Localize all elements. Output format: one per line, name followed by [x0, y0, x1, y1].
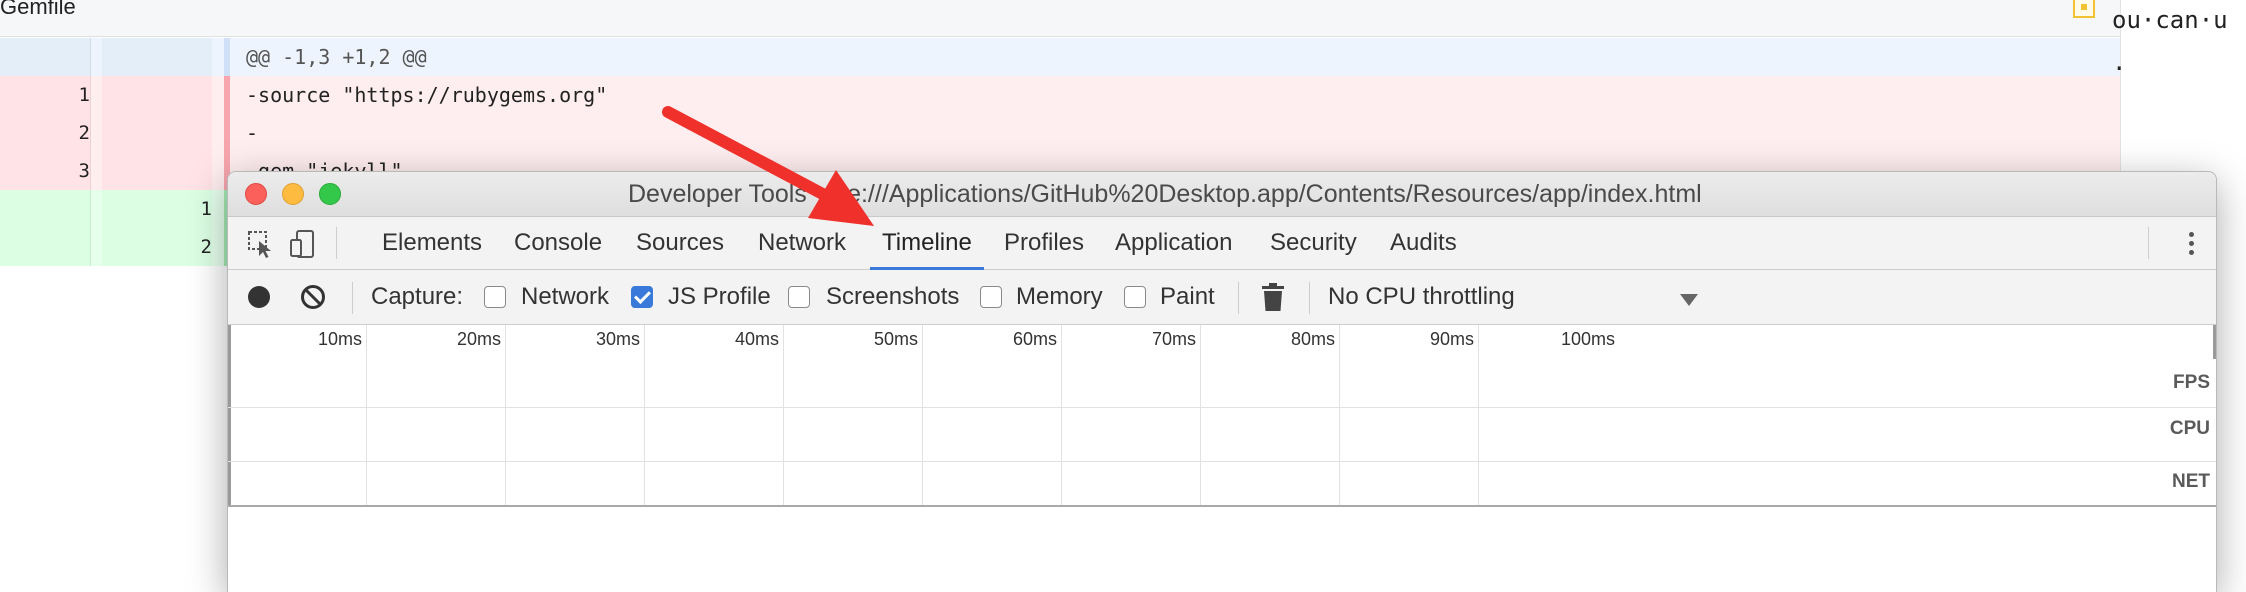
devtools-window: Developer Tools - file:///Applications/G… [228, 172, 2216, 592]
new-line-number [102, 38, 212, 76]
close-window-button[interactable] [245, 183, 267, 205]
window-titlebar[interactable]: Developer Tools - file:///Applications/G… [228, 172, 2216, 217]
time-tick-label: 20ms [456, 329, 501, 349]
editor-line: ou·can·u [2112, 6, 2228, 34]
capture-screenshots-checkbox[interactable] [788, 286, 810, 308]
zoom-window-button[interactable] [319, 183, 341, 205]
tab-console[interactable]: Console [514, 217, 602, 269]
inspect-element-icon[interactable] [246, 229, 276, 259]
file-header: Gemfile [0, 0, 2120, 37]
tab-application[interactable]: Application [1115, 217, 1232, 269]
capture-screenshots-label[interactable]: Screenshots [826, 270, 959, 324]
grid-line [644, 325, 645, 505]
lane-label-fps: FPS [2173, 372, 2210, 393]
old-line-number [0, 190, 91, 228]
new-line-number[interactable]: 1 [102, 190, 212, 228]
time-tick-label: 30ms [595, 329, 640, 349]
time-tick-label: 100ms [1560, 329, 1615, 349]
old-line-number[interactable]: 1 [0, 76, 91, 114]
new-line-number [102, 152, 212, 190]
file-name: Gemfile [0, 0, 76, 19]
chevron-down-icon[interactable] [1680, 294, 1698, 306]
diff-line-text[interactable]: @@ -1,3 +1,2 @@ [224, 38, 2120, 76]
editor-line: . [2112, 48, 2127, 76]
grid-line [366, 325, 367, 505]
record-button[interactable] [248, 286, 270, 308]
diff-hunk-header: @@ -1,3 +1,2 @@ [0, 38, 2120, 76]
timeline-overview[interactable]: 10ms 20ms 30ms 40ms 50ms 60ms 70ms 80ms … [228, 325, 2216, 507]
time-tick-label: 60ms [1012, 329, 1057, 349]
capture-paint-checkbox[interactable] [1124, 286, 1146, 308]
tab-network[interactable]: Network [758, 217, 846, 269]
lane-label-net: NET [2172, 471, 2210, 492]
grid-line [1478, 325, 1479, 505]
window-title: Developer Tools - file:///Applications/G… [628, 180, 1702, 208]
tab-audits[interactable]: Audits [1390, 217, 1457, 269]
diff-line-text[interactable]: -source "https://rubygems.org" [224, 76, 2120, 114]
capture-js-profile-checkbox[interactable] [631, 286, 653, 308]
clear-recording-icon[interactable] [300, 284, 326, 310]
capture-network-label[interactable]: Network [521, 270, 609, 324]
toolbar-divider [2148, 227, 2149, 259]
capture-memory-label[interactable]: Memory [1016, 270, 1103, 324]
diff-deleted-line: 2 - [0, 114, 2120, 152]
devtools-tabbar: Elements Console Sources Network Timelin… [228, 217, 2216, 270]
cpu-throttling-select[interactable]: No CPU throttling [1328, 270, 1515, 324]
grid-line [1061, 325, 1062, 505]
capture-js-profile-label[interactable]: JS Profile [668, 270, 771, 324]
toolbar-divider [1238, 282, 1239, 314]
tab-security[interactable]: Security [1270, 217, 1357, 269]
time-tick-label: 90ms [1429, 329, 1474, 349]
time-tick-label: 70ms [1151, 329, 1196, 349]
note-icon[interactable] [2073, 0, 2095, 18]
new-line-number[interactable]: 2 [102, 228, 212, 266]
tab-sources[interactable]: Sources [636, 217, 724, 269]
tab-elements[interactable]: Elements [382, 217, 482, 269]
capture-paint-label[interactable]: Paint [1160, 270, 1215, 324]
timeline-details-pane [228, 507, 2216, 592]
grid-line [1200, 325, 1201, 505]
diff-line-text[interactable]: - [224, 114, 2120, 152]
minimize-window-button[interactable] [282, 183, 304, 205]
capture-label: Capture: [371, 283, 464, 310]
old-line-number[interactable]: 3 [0, 152, 91, 190]
new-line-number [102, 114, 212, 152]
lane-label-cpu: CPU [2169, 418, 2210, 439]
time-tick-label: 40ms [734, 329, 779, 349]
old-line-number [0, 228, 91, 266]
toolbar-divider [1309, 282, 1310, 314]
lane-divider [228, 461, 2216, 462]
new-line-number [102, 76, 212, 114]
more-options-icon[interactable] [2186, 229, 2196, 259]
old-line-number[interactable]: 2 [0, 114, 91, 152]
toolbar-divider [352, 282, 353, 314]
toolbar-divider [336, 227, 337, 259]
trash-icon[interactable] [1260, 282, 1286, 312]
timeline-toolbar: Capture: Network JS Profile Screenshots … [228, 270, 2216, 325]
overview-left-handle[interactable] [228, 325, 231, 505]
lane-divider [228, 407, 2216, 408]
grid-line [783, 325, 784, 505]
grid-line [922, 325, 923, 505]
capture-memory-checkbox[interactable] [980, 286, 1002, 308]
old-line-number [0, 38, 91, 76]
capture-network-checkbox[interactable] [484, 286, 506, 308]
diff-deleted-line: 1 -source "https://rubygems.org" [0, 76, 2120, 114]
time-tick-label: 80ms [1290, 329, 1335, 349]
device-mode-icon[interactable] [288, 229, 318, 259]
grid-line [505, 325, 506, 505]
time-tick-label: 50ms [873, 329, 918, 349]
tab-profiles[interactable]: Profiles [1004, 217, 1084, 269]
tab-timeline[interactable]: Timeline [870, 217, 984, 270]
grid-line [1339, 325, 1340, 505]
time-tick-label: 10ms [317, 329, 362, 349]
overview-right-handle[interactable] [2213, 325, 2216, 359]
